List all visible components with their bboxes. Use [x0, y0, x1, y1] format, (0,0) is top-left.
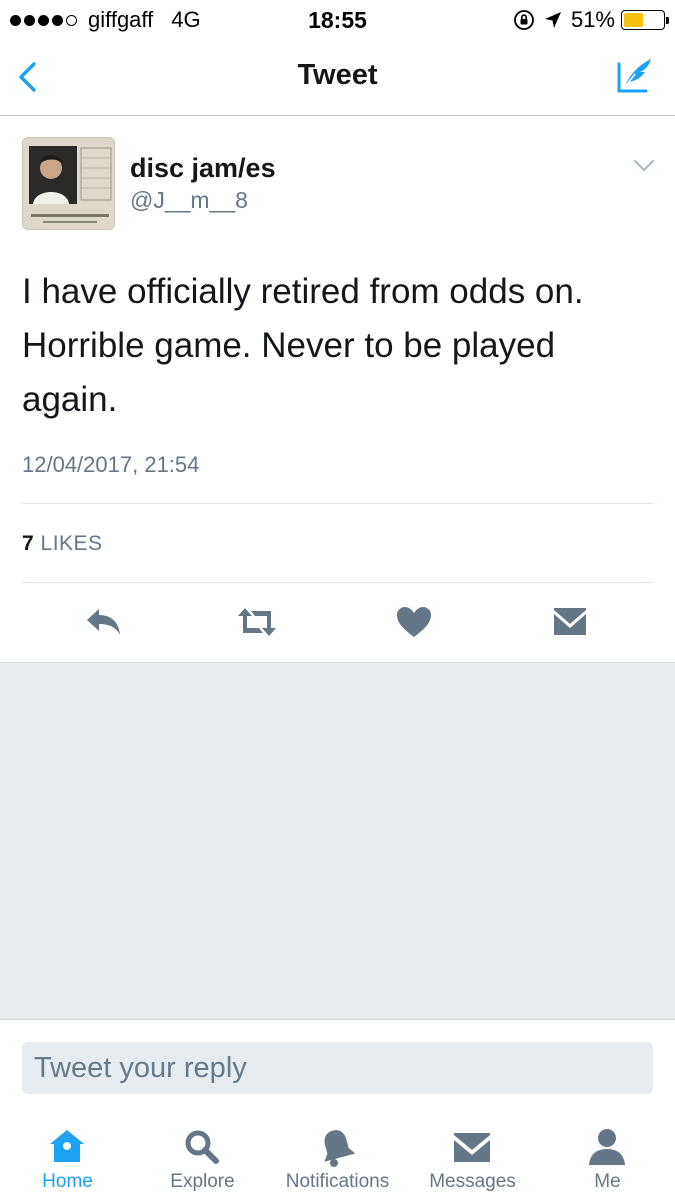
likes-stat[interactable]: 7 LIKES	[22, 532, 103, 556]
username-handle[interactable]: @J__m__8	[130, 187, 248, 214]
rotation-lock-icon	[514, 10, 534, 30]
tweet-detail: disc jam/es @J__m__8 I have officially r…	[0, 117, 675, 662]
divider	[22, 503, 653, 504]
nav-bar: Tweet	[0, 40, 675, 116]
tab-bar: Home Explore Notifications Messages Me	[0, 1109, 675, 1200]
tab-label: Explore	[170, 1171, 235, 1192]
status-right: 51%	[513, 7, 669, 33]
empty-replies-area	[0, 662, 675, 1019]
compose-tweet-icon[interactable]	[615, 54, 657, 96]
avatar-image	[23, 138, 114, 229]
page-title: Tweet	[297, 59, 378, 91]
reply-icon[interactable]	[84, 604, 124, 640]
home-icon	[50, 1130, 84, 1162]
tweet-actions	[0, 604, 675, 644]
tab-label: Messages	[429, 1171, 516, 1192]
divider	[22, 582, 653, 583]
bell-icon	[324, 1130, 356, 1167]
battery-percent: 51%	[570, 7, 615, 32]
reply-input[interactable]	[22, 1042, 653, 1094]
tab-messages[interactable]: Messages	[405, 1109, 540, 1200]
tweet-text: I have officially retired from odds on. …	[22, 272, 584, 419]
battery-icon	[621, 10, 669, 30]
tweet-timestamp: 12/04/2017, 21:54	[22, 452, 200, 477]
status-bar: giffgaff 4G 18:55 51%	[0, 0, 675, 40]
retweet-icon[interactable]	[237, 604, 277, 640]
likes-count: 7	[22, 532, 35, 555]
tab-notifications[interactable]: Notifications	[270, 1109, 405, 1200]
avatar[interactable]	[22, 137, 115, 230]
tab-explore[interactable]: Explore	[135, 1109, 270, 1200]
location-arrow-icon	[544, 12, 561, 28]
direct-message-icon[interactable]	[550, 604, 590, 640]
tab-me[interactable]: Me	[540, 1109, 675, 1200]
person-icon	[589, 1129, 625, 1165]
search-icon	[185, 1130, 219, 1164]
tab-label: Me	[594, 1171, 621, 1192]
reply-bar	[0, 1019, 675, 1109]
likes-label: LIKES	[40, 532, 103, 555]
envelope-icon	[454, 1133, 490, 1162]
display-name[interactable]: disc jam/es	[130, 153, 276, 184]
tab-label: Notifications	[285, 1171, 390, 1192]
like-icon[interactable]	[394, 604, 434, 640]
tab-home[interactable]: Home	[0, 1109, 135, 1200]
tab-label: Home	[42, 1171, 93, 1192]
chevron-down-icon[interactable]	[633, 159, 655, 173]
